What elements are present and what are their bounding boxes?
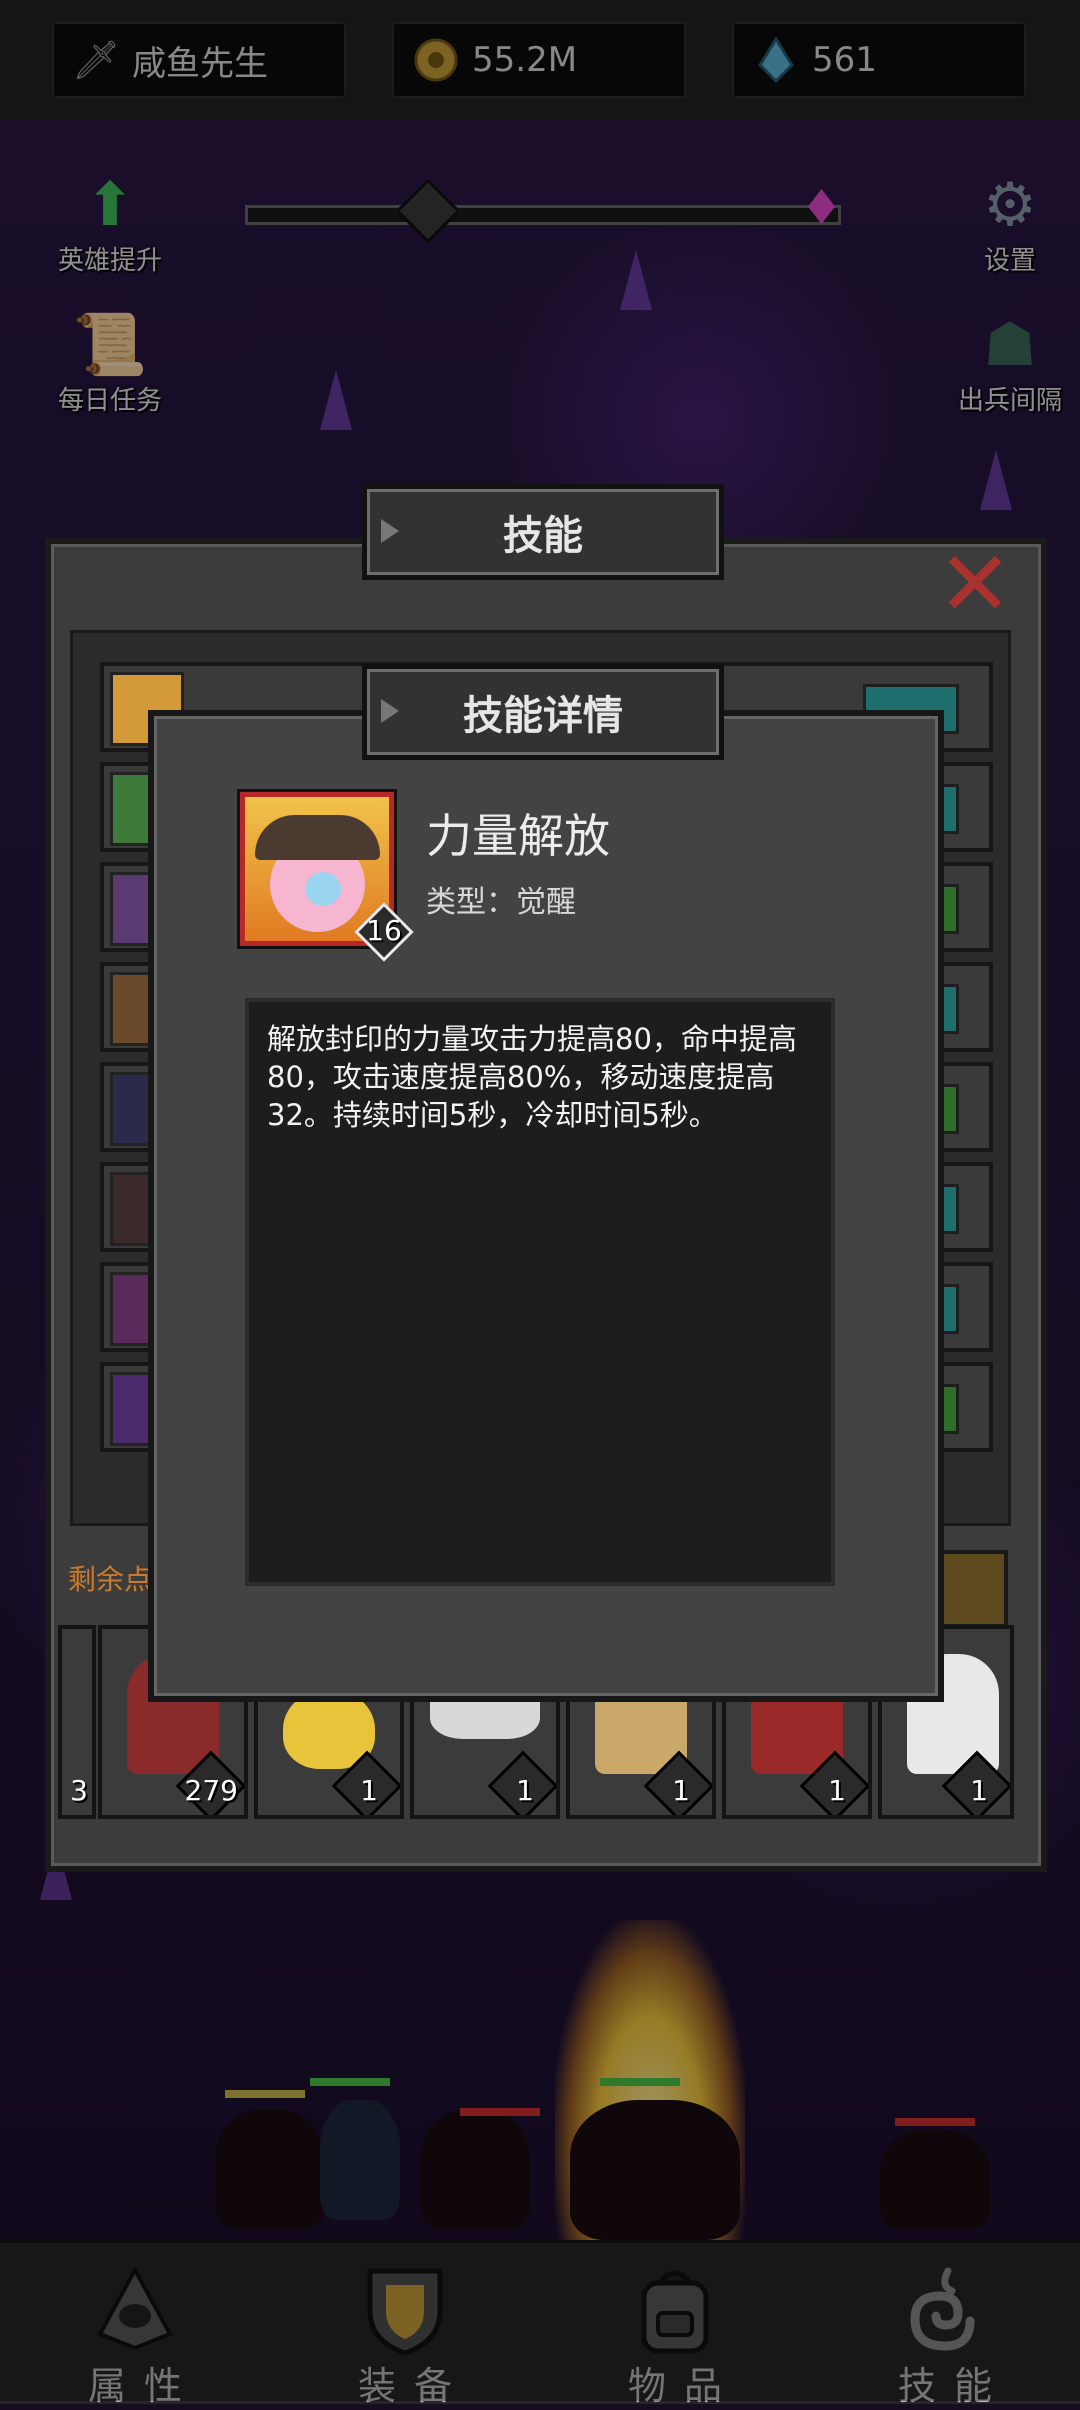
remaining-points-label: 剩余点 <box>68 1563 153 1596</box>
skill-level-badge: 16 <box>354 902 414 962</box>
plate-arrow-icon <box>381 519 399 543</box>
plate-arrow-icon <box>381 699 399 723</box>
close-button[interactable]: ✕ <box>935 540 1015 630</box>
skill-panel-title: 技能 <box>362 484 724 580</box>
skill-type: 类型：觉醒 <box>426 885 576 920</box>
skill-name: 力量解放 <box>426 809 610 863</box>
hero-slot[interactable]: 3 <box>58 1625 96 1819</box>
skill-detail-title: 技能详情 <box>362 664 724 760</box>
skill-description-box: 解放封印的力量攻击力提高80，命中提高80，攻击速度提高80%，移动速度提高32… <box>245 998 835 1586</box>
skill-description: 解放封印的力量攻击力提高80，命中提高80，攻击速度提高80%，移动速度提高32… <box>267 1022 797 1132</box>
close-icon: ✕ <box>937 532 1013 637</box>
